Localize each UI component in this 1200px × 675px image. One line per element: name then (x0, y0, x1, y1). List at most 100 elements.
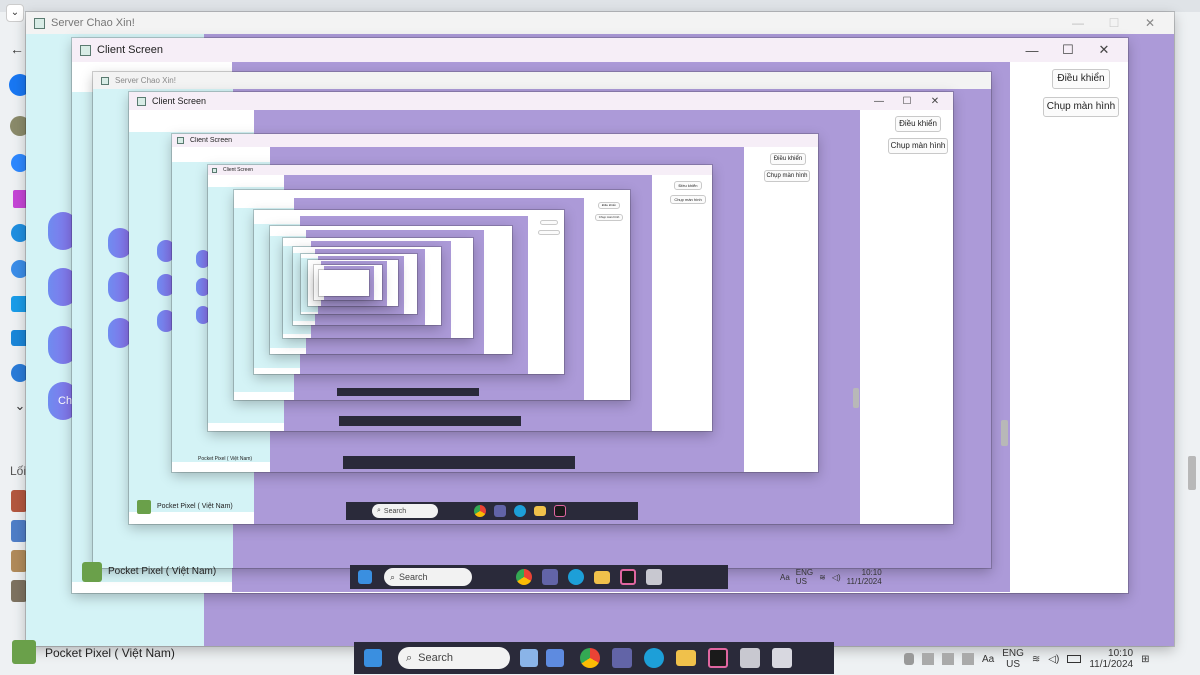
page-scrollbar[interactable] (1188, 456, 1196, 490)
browser-tab-strip (0, 0, 1200, 12)
battery-icon[interactable] (1067, 655, 1082, 663)
wifi-icon[interactable]: ≋ (819, 573, 826, 582)
control-button[interactable]: Điều khiển (770, 153, 806, 165)
taskbar-search-box[interactable]: ⌕ Search (384, 568, 472, 586)
maximize-icon[interactable]: ☐ (1096, 16, 1132, 30)
page-avatar[interactable] (82, 562, 102, 582)
close-icon[interactable]: ✕ (921, 96, 949, 107)
page-name-label[interactable]: Pocket Pixel ( Việt Nam) (157, 503, 233, 510)
minimize-icon[interactable]: — (865, 96, 893, 107)
wifi-icon[interactable]: ≋ (1032, 654, 1040, 665)
control-button[interactable]: Điều khiển (895, 116, 941, 132)
search-placeholder: Search (399, 572, 428, 582)
teams-icon[interactable] (542, 569, 558, 585)
notification-icon[interactable]: ⊞ (1141, 654, 1149, 665)
volume-icon[interactable]: ◁) (832, 573, 841, 582)
page-avatar[interactable] (12, 640, 36, 664)
shortcut-thumb[interactable] (11, 550, 27, 572)
shortcut-thumb[interactable] (11, 490, 27, 512)
browser-back-icon[interactable]: ← (10, 41, 24, 57)
server-titlebar: Server Chao Xin! (26, 12, 1174, 34)
language-indicator[interactable]: ENG US (796, 568, 813, 586)
control-button[interactable]: Điều khiển (598, 202, 620, 209)
tab-dropdown-button[interactable]: ⌄ (6, 4, 24, 22)
jetbrains-icon[interactable] (620, 569, 636, 585)
page-name-label[interactable]: Pocket Pixel ( Việt Nam) (198, 456, 252, 462)
maximize-icon[interactable]: ☐ (1050, 42, 1086, 58)
edge-icon[interactable] (568, 569, 584, 585)
page-name-label[interactable]: Pocket Pixel ( Việt Nam) (108, 566, 216, 577)
windows-start-icon[interactable] (358, 570, 372, 584)
server-window-controls: — ☐ ✕ (1060, 12, 1168, 34)
jetbrains-icon[interactable] (708, 648, 728, 668)
folder-icon[interactable] (594, 570, 610, 584)
teams-icon[interactable] (612, 648, 632, 668)
minimize-icon[interactable]: — (1060, 16, 1096, 30)
screenshot-button[interactable]: Chụp màn hình (888, 138, 948, 154)
taskbar: ⌕ Search (354, 642, 834, 674)
search-icon: ⌕ (377, 507, 381, 514)
client-window-level-13 (319, 270, 369, 296)
tray-icon[interactable] (922, 653, 934, 665)
tray-icon[interactable] (962, 653, 974, 665)
taskbar-search-box[interactable]: ⌕ Search (398, 647, 510, 669)
chrome-icon[interactable] (474, 505, 486, 517)
control-button[interactable]: Điều khiển (674, 181, 702, 190)
screenshot-button[interactable]: Chụp màn hình (670, 195, 706, 204)
system-tray: Aa ENG US ≋ ◁) 10:10 11/1/2024 ⊞ (904, 644, 1194, 674)
chat-pill-label: Ch (58, 395, 73, 407)
teams-icon[interactable] (494, 505, 506, 517)
folder-icon[interactable] (676, 650, 696, 666)
nested-scrollbar[interactable] (1001, 420, 1008, 446)
app-icon[interactable] (772, 648, 792, 668)
minimize-icon[interactable]: — (1014, 43, 1050, 58)
nested-taskbar: ⌕ Search (350, 565, 728, 589)
page-name-label[interactable]: Pocket Pixel ( Việt Nam) (45, 646, 175, 660)
client-window-title: Client Screen (190, 137, 233, 144)
taskbar-search-box[interactable]: ⌕ Search (372, 504, 438, 518)
taskview-icon[interactable] (546, 649, 564, 667)
screenshot-button[interactable] (538, 230, 560, 235)
screenshot-button[interactable]: Chụp màn hình (764, 170, 810, 182)
app-window-icon (34, 17, 45, 29)
volume-icon[interactable]: ◁) (1048, 654, 1059, 665)
client-titlebar: Client Screen (208, 165, 712, 175)
bookmark-icon[interactable] (13, 190, 27, 208)
windows-start-icon[interactable] (364, 649, 382, 667)
clock-date: 11/1/2024 (1089, 659, 1134, 670)
chrome-icon[interactable] (516, 569, 532, 585)
page-avatar[interactable] (137, 500, 151, 514)
client-titlebar: Client Screen (129, 92, 953, 110)
client-window-title: Client Screen (152, 96, 207, 106)
client-titlebar: Client Screen (172, 134, 818, 147)
tray-icon[interactable] (942, 653, 954, 665)
maximize-icon[interactable]: ☐ (893, 96, 921, 107)
screenshot-button[interactable]: Chụp màn hình (595, 214, 623, 221)
shortcut-thumb[interactable] (11, 580, 27, 602)
language-label: ENG (795, 568, 814, 577)
mic-icon[interactable] (904, 653, 914, 665)
search-placeholder: Search (418, 652, 454, 664)
screenshot-button[interactable]: Chụp màn hình (1043, 97, 1119, 117)
close-icon[interactable]: ✕ (1132, 16, 1168, 30)
font-label[interactable]: Aa (982, 654, 994, 665)
app-icon[interactable] (740, 648, 760, 668)
clock[interactable]: 10:10 11/1/2024 (847, 568, 882, 586)
jetbrains-icon[interactable] (554, 505, 566, 517)
close-icon[interactable]: ✕ (1086, 42, 1122, 58)
shortcut-thumb[interactable] (11, 520, 27, 542)
control-button[interactable] (540, 220, 558, 225)
app-window-icon (80, 44, 91, 56)
widgets-icon[interactable] (520, 649, 538, 667)
chrome-icon[interactable] (580, 648, 600, 668)
language-indicator[interactable]: ENG US (1002, 648, 1024, 670)
font-label[interactable]: Aa (780, 573, 790, 582)
edge-icon[interactable] (644, 648, 664, 668)
control-button[interactable]: Điều khiển (1052, 69, 1110, 89)
level2-taskbar: ⌕ Search (346, 502, 638, 520)
clock[interactable]: 10:10 11/1/2024 (1089, 648, 1133, 670)
nested-scrollbar[interactable] (853, 388, 859, 408)
edge-icon[interactable] (514, 505, 526, 517)
app-icon[interactable] (646, 569, 662, 585)
folder-icon[interactable] (534, 506, 546, 516)
